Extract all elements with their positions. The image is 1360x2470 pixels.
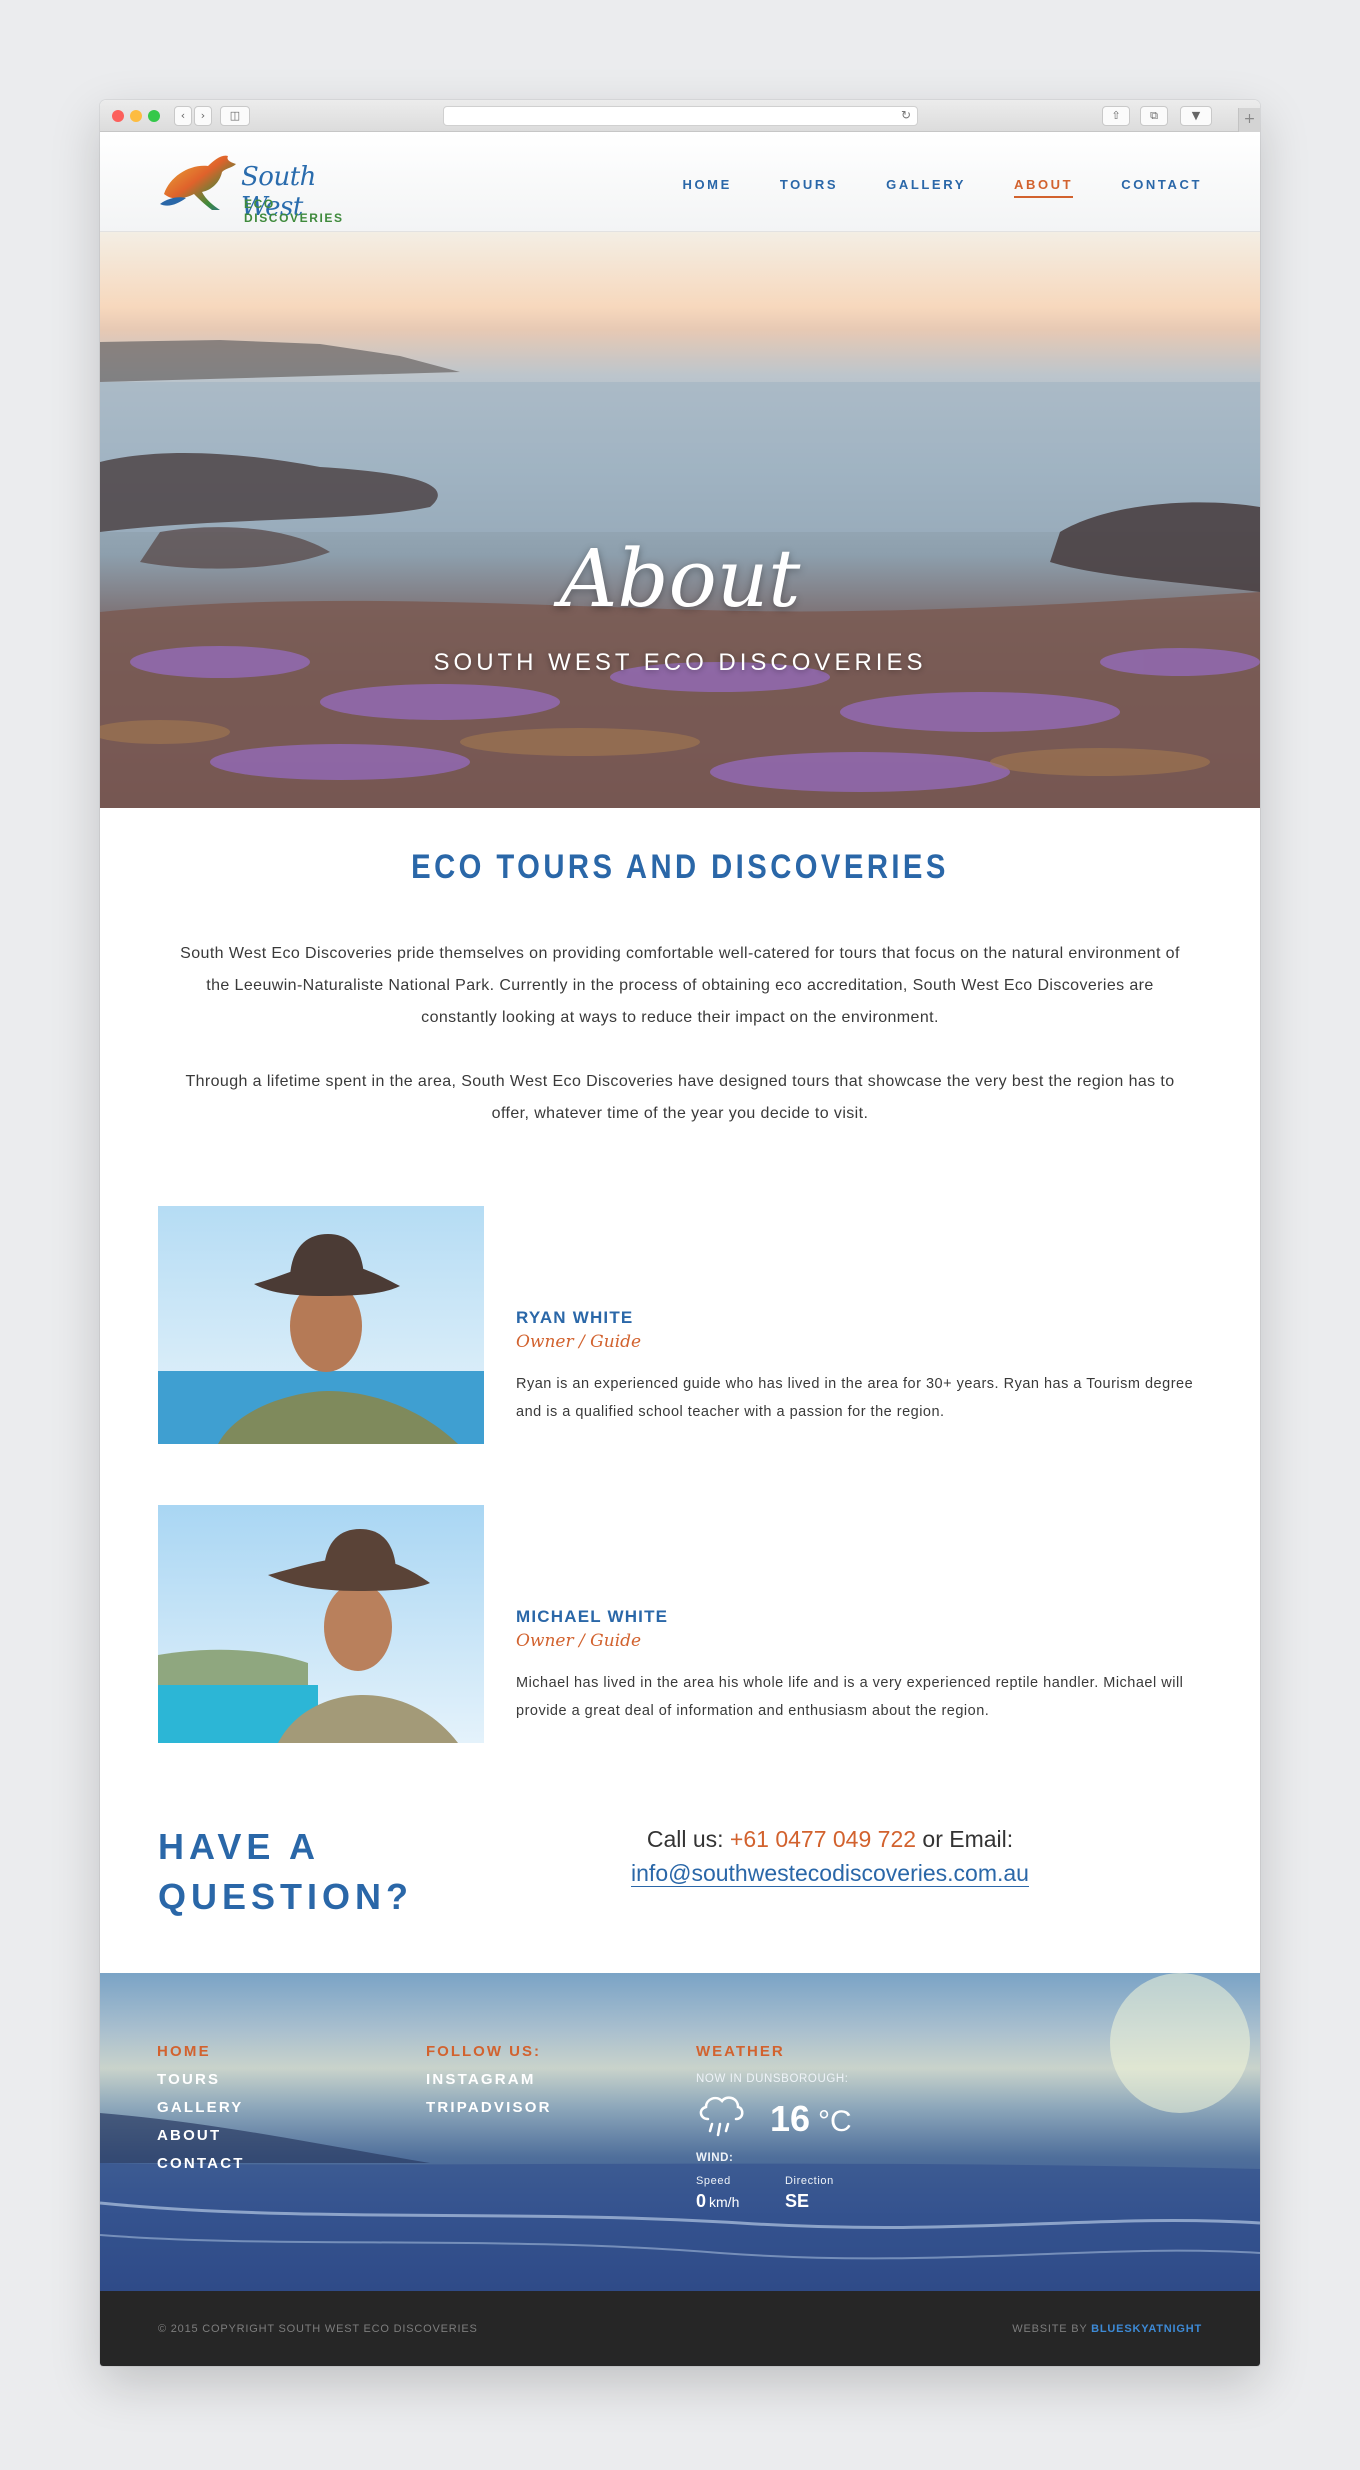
member-name: MICHAEL WHITE bbox=[516, 1607, 669, 1626]
weather-heading: WEATHER bbox=[696, 2043, 785, 2060]
minimize-window-button[interactable] bbox=[130, 110, 142, 122]
footer-nav-contact[interactable]: CONTACT bbox=[157, 2155, 245, 2172]
browser-toolbar: ‹ › ◫ ↻ ⇧ ⧉ ▼ + bbox=[100, 100, 1260, 132]
member-role: Owner / Guide bbox=[516, 1631, 642, 1651]
intro-paragraph-2: Through a lifetime spent in the area, So… bbox=[185, 1073, 1175, 1122]
member-bio: Ryan is an experienced guide who has liv… bbox=[516, 1376, 1194, 1420]
contact-info: Call us: +61 0477 049 722 or Email: info… bbox=[540, 1822, 1120, 1890]
temp-value: 16 bbox=[770, 2098, 811, 2139]
phone-link[interactable]: +61 0477 049 722 bbox=[730, 1826, 916, 1852]
email-link[interactable]: info@southwestecodiscoveries.com.au bbox=[631, 1860, 1029, 1887]
new-tab-icon[interactable]: + bbox=[1238, 108, 1260, 132]
tripadvisor-link[interactable]: TRIPADVISOR bbox=[426, 2099, 552, 2116]
site-logo[interactable]: South West ECO DISCOVERIES bbox=[156, 146, 366, 225]
download-icon[interactable]: ▼ bbox=[1180, 106, 1212, 126]
footer-nav-tours[interactable]: TOURS bbox=[157, 2071, 220, 2088]
copyright-text: © 2015 COPYRIGHT SOUTH WEST ECO DISCOVER… bbox=[158, 2323, 478, 2335]
agency-link[interactable]: BLUESKYATNIGHT bbox=[1091, 2323, 1202, 2335]
wind-speed: 0 km/h bbox=[696, 2191, 739, 2212]
speed-unit: km/h bbox=[709, 2194, 740, 2210]
kangaroo-logo-icon bbox=[160, 155, 236, 210]
nav-about[interactable]: ABOUT bbox=[1013, 177, 1074, 198]
site-header: South West ECO DISCOVERIES HOME TOURS GA… bbox=[100, 132, 1260, 232]
nav-home[interactable]: HOME bbox=[682, 177, 731, 198]
forward-icon[interactable]: › bbox=[194, 106, 212, 126]
hero-subtitle: SOUTH WEST ECO DISCOVERIES bbox=[433, 649, 927, 676]
nav-gallery[interactable]: GALLERY bbox=[886, 177, 966, 198]
follow-us-heading: FOLLOW US: bbox=[426, 2043, 541, 2060]
direction-label: Direction bbox=[785, 2175, 834, 2187]
speed-label: Speed bbox=[696, 2175, 731, 2187]
wind-label: WIND: bbox=[696, 2152, 734, 2164]
back-icon[interactable]: ‹ bbox=[174, 106, 192, 126]
michael-white-photo bbox=[158, 1505, 484, 1743]
rain-cloud-icon bbox=[699, 2096, 744, 2137]
site-footer: HOME TOURS GALLERY ABOUT CONTACT FOLLOW … bbox=[100, 1973, 1260, 2291]
footer-nav-gallery[interactable]: GALLERY bbox=[157, 2099, 244, 2116]
website-credit: WEBSITE BY BLUESKYATNIGHT bbox=[1012, 2323, 1202, 2335]
hero-title: About bbox=[559, 532, 801, 625]
reload-icon[interactable]: ↻ bbox=[901, 108, 911, 122]
share-icon[interactable]: ⇧ bbox=[1102, 106, 1130, 126]
footer-nav-about[interactable]: ABOUT bbox=[157, 2127, 221, 2144]
member-role: Owner / Guide bbox=[516, 1332, 642, 1352]
member-name: RYAN WHITE bbox=[516, 1308, 634, 1327]
bottom-bar: © 2015 COPYRIGHT SOUTH WEST ECO DISCOVER… bbox=[100, 2291, 1260, 2366]
browser-window: ‹ › ◫ ↻ ⇧ ⧉ ▼ + South West ECO DISCOVERI… bbox=[100, 100, 1260, 2366]
wind-direction: SE bbox=[785, 2191, 810, 2211]
weather-location: NOW IN DUNSBOROUGH: bbox=[696, 2073, 849, 2085]
main-nav: HOME TOURS GALLERY ABOUT CONTACT bbox=[634, 177, 1202, 198]
beach-sunset-photo bbox=[100, 1973, 1260, 2291]
question-heading: HAVE A QUESTION? bbox=[158, 1822, 413, 1922]
logo-subtitle: ECO DISCOVERIES bbox=[244, 197, 344, 225]
zoom-window-button[interactable] bbox=[148, 110, 160, 122]
ryan-white-photo bbox=[158, 1206, 484, 1444]
weather-temperature: 16 °C bbox=[770, 2098, 852, 2140]
nav-contact[interactable]: CONTACT bbox=[1121, 177, 1202, 198]
temp-unit: °C bbox=[818, 2105, 852, 2138]
speed-value: 0 bbox=[696, 2191, 707, 2211]
member-bio: Michael has lived in the area his whole … bbox=[516, 1675, 1184, 1719]
intro-paragraph-1: South West Eco Discoveries pride themsel… bbox=[180, 945, 1180, 1026]
hero-banner: About SOUTH WEST ECO DISCOVERIES bbox=[100, 232, 1260, 808]
or-email-label: or Email: bbox=[922, 1826, 1014, 1852]
nav-tours[interactable]: TOURS bbox=[780, 177, 838, 198]
question-line-1: HAVE A bbox=[158, 1826, 321, 1867]
website-by-label: WEBSITE BY bbox=[1012, 2323, 1088, 2335]
address-bar[interactable]: ↻ bbox=[443, 106, 918, 126]
instagram-link[interactable]: INSTAGRAM bbox=[426, 2071, 536, 2088]
footer-nav-home[interactable]: HOME bbox=[157, 2043, 211, 2060]
intro-heading: ECO TOURS AND DISCOVERIES bbox=[411, 848, 949, 886]
tabs-icon[interactable]: ⧉ bbox=[1140, 106, 1168, 126]
call-label: Call us: bbox=[646, 1826, 724, 1852]
question-line-2: QUESTION? bbox=[158, 1876, 414, 1917]
sidebar-icon[interactable]: ◫ bbox=[220, 106, 250, 126]
close-window-button[interactable] bbox=[112, 110, 124, 122]
coastline-photo bbox=[100, 340, 1260, 808]
